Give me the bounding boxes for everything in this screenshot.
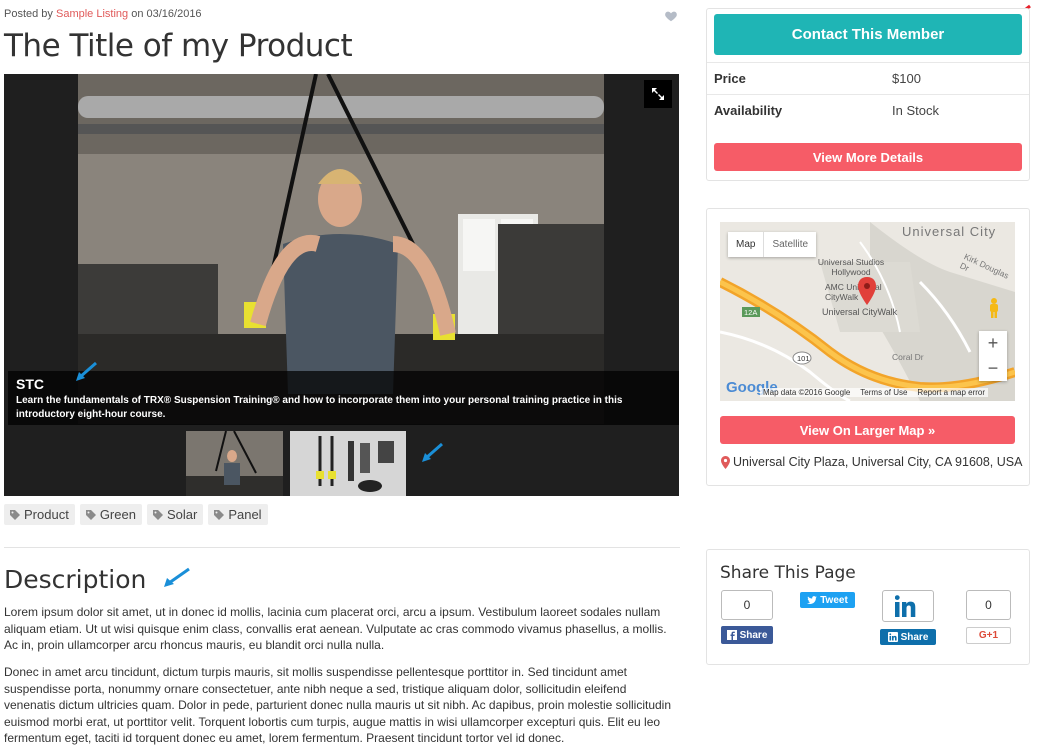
linkedin-share-button[interactable]: Share bbox=[880, 629, 936, 645]
linkedin-logo-icon bbox=[895, 595, 916, 617]
map-type-tabs: Map Satellite bbox=[728, 232, 817, 257]
address-text: Universal City Plaza, Universal City, CA… bbox=[733, 455, 1023, 469]
description-heading: Description bbox=[4, 565, 147, 594]
tag-chip[interactable]: Solar bbox=[146, 504, 204, 525]
view-more-details-button[interactable]: View More Details bbox=[714, 143, 1022, 171]
availability-label: Availability bbox=[714, 103, 783, 118]
twitter-icon bbox=[807, 595, 818, 604]
tag-list: Product Green Solar Panel bbox=[4, 504, 268, 525]
contact-member-button[interactable]: Contact This Member bbox=[714, 14, 1022, 55]
street-view-pegman-icon[interactable] bbox=[988, 298, 1000, 318]
availability-row: Availability In Stock bbox=[707, 94, 1029, 126]
image-caption: STC Learn the fundamentals of TRX® Suspe… bbox=[8, 371, 679, 425]
location-pin-icon bbox=[721, 455, 730, 469]
availability-value: In Stock bbox=[892, 103, 939, 118]
map-data-credit: Map data ©2016 Google bbox=[763, 388, 851, 397]
tag-chip[interactable]: Panel bbox=[208, 504, 268, 525]
tag-icon bbox=[214, 509, 225, 520]
map-tab-satellite[interactable]: Satellite bbox=[763, 232, 816, 257]
map-marker-icon[interactable] bbox=[858, 277, 876, 305]
tweet-button[interactable]: Tweet bbox=[800, 592, 855, 608]
zoom-out-button[interactable]: − bbox=[979, 356, 1007, 381]
facebook-share-button[interactable]: Share bbox=[721, 626, 773, 644]
image-gallery: STC Learn the fundamentals of TRX® Suspe… bbox=[4, 74, 679, 496]
map-label: Coral Dr bbox=[892, 352, 924, 362]
road-shield: 101 bbox=[797, 354, 810, 363]
author-link[interactable]: Sample Listing bbox=[56, 8, 128, 20]
map-tab-map[interactable]: Map bbox=[728, 232, 763, 257]
heart-icon[interactable] bbox=[664, 9, 678, 23]
price-label: Price bbox=[714, 71, 746, 86]
map-attribution: Map data ©2016 Google Terms of Use Repor… bbox=[760, 388, 989, 397]
share-heading: Share This Page bbox=[720, 563, 856, 583]
report-error-link[interactable]: Report a map error bbox=[917, 388, 985, 397]
thumbnail-photo bbox=[186, 431, 283, 496]
tag-icon bbox=[152, 509, 163, 520]
tag-icon bbox=[85, 509, 96, 520]
page-title: The Title of my Product bbox=[4, 28, 353, 64]
caption-text: Learn the fundamentals of TRX® Suspensio… bbox=[16, 395, 623, 420]
price-row: Price $100 bbox=[707, 62, 1029, 94]
address-line: Universal City Plaza, Universal City, CA… bbox=[721, 455, 1022, 469]
map-label: Universal City bbox=[902, 224, 997, 239]
post-date: on 03/16/2016 bbox=[131, 8, 202, 20]
gallery-thumbnail[interactable] bbox=[186, 431, 283, 496]
map-zoom-controls: + − bbox=[979, 331, 1007, 381]
facebook-share-count: 0 bbox=[721, 590, 773, 620]
tag-label: Green bbox=[99, 507, 136, 522]
road-shield: 12A bbox=[744, 308, 758, 317]
tag-label: Panel bbox=[228, 507, 262, 522]
tag-icon bbox=[10, 509, 20, 520]
view-larger-map-button[interactable]: View On Larger Map » bbox=[720, 416, 1015, 444]
price-value: $100 bbox=[892, 71, 921, 86]
annotation-arrow-icon bbox=[422, 442, 443, 462]
section-divider bbox=[4, 547, 680, 548]
linkedin-icon bbox=[887, 632, 898, 642]
expand-icon bbox=[652, 88, 664, 100]
facebook-icon bbox=[726, 630, 737, 640]
gplus-share-button[interactable]: G+1 bbox=[966, 627, 1011, 644]
linkedin-share-label: Share bbox=[900, 631, 929, 643]
terms-link[interactable]: Terms of Use bbox=[860, 388, 907, 397]
thumbnail-equipment bbox=[290, 431, 406, 496]
location-map[interactable]: Map Satellite Universal City Universal S… bbox=[720, 222, 1015, 401]
map-label: Universal Studios Hollywood bbox=[817, 257, 885, 277]
tag-label: Product bbox=[24, 507, 69, 522]
zoom-in-button[interactable]: + bbox=[979, 331, 1007, 356]
facebook-share-label: Share bbox=[739, 629, 768, 641]
tweet-label: Tweet bbox=[820, 594, 848, 606]
linkedin-count-box bbox=[882, 590, 934, 622]
gplus-share-count: 0 bbox=[966, 590, 1011, 620]
map-label: Universal CityWalk bbox=[822, 307, 898, 317]
annotation-arrow-icon bbox=[164, 567, 190, 587]
annotation-arrow-icon bbox=[76, 361, 97, 381]
posted-prefix: Posted by bbox=[4, 8, 53, 20]
tag-label: Solar bbox=[166, 507, 198, 522]
fullscreen-button[interactable] bbox=[644, 80, 672, 108]
caption-title: STC bbox=[16, 376, 44, 392]
tag-chip[interactable]: Green bbox=[79, 504, 142, 525]
gallery-thumbnail[interactable] bbox=[290, 431, 406, 496]
description-paragraph: Donec in amet arcu tincidunt, dictum tur… bbox=[4, 665, 672, 745]
description-paragraph: Lorem ipsum dolor sit amet, ut in donec … bbox=[4, 605, 667, 652]
tag-chip[interactable]: Product bbox=[4, 504, 75, 525]
post-meta: Posted by Sample Listing on 03/16/2016 bbox=[4, 8, 202, 20]
